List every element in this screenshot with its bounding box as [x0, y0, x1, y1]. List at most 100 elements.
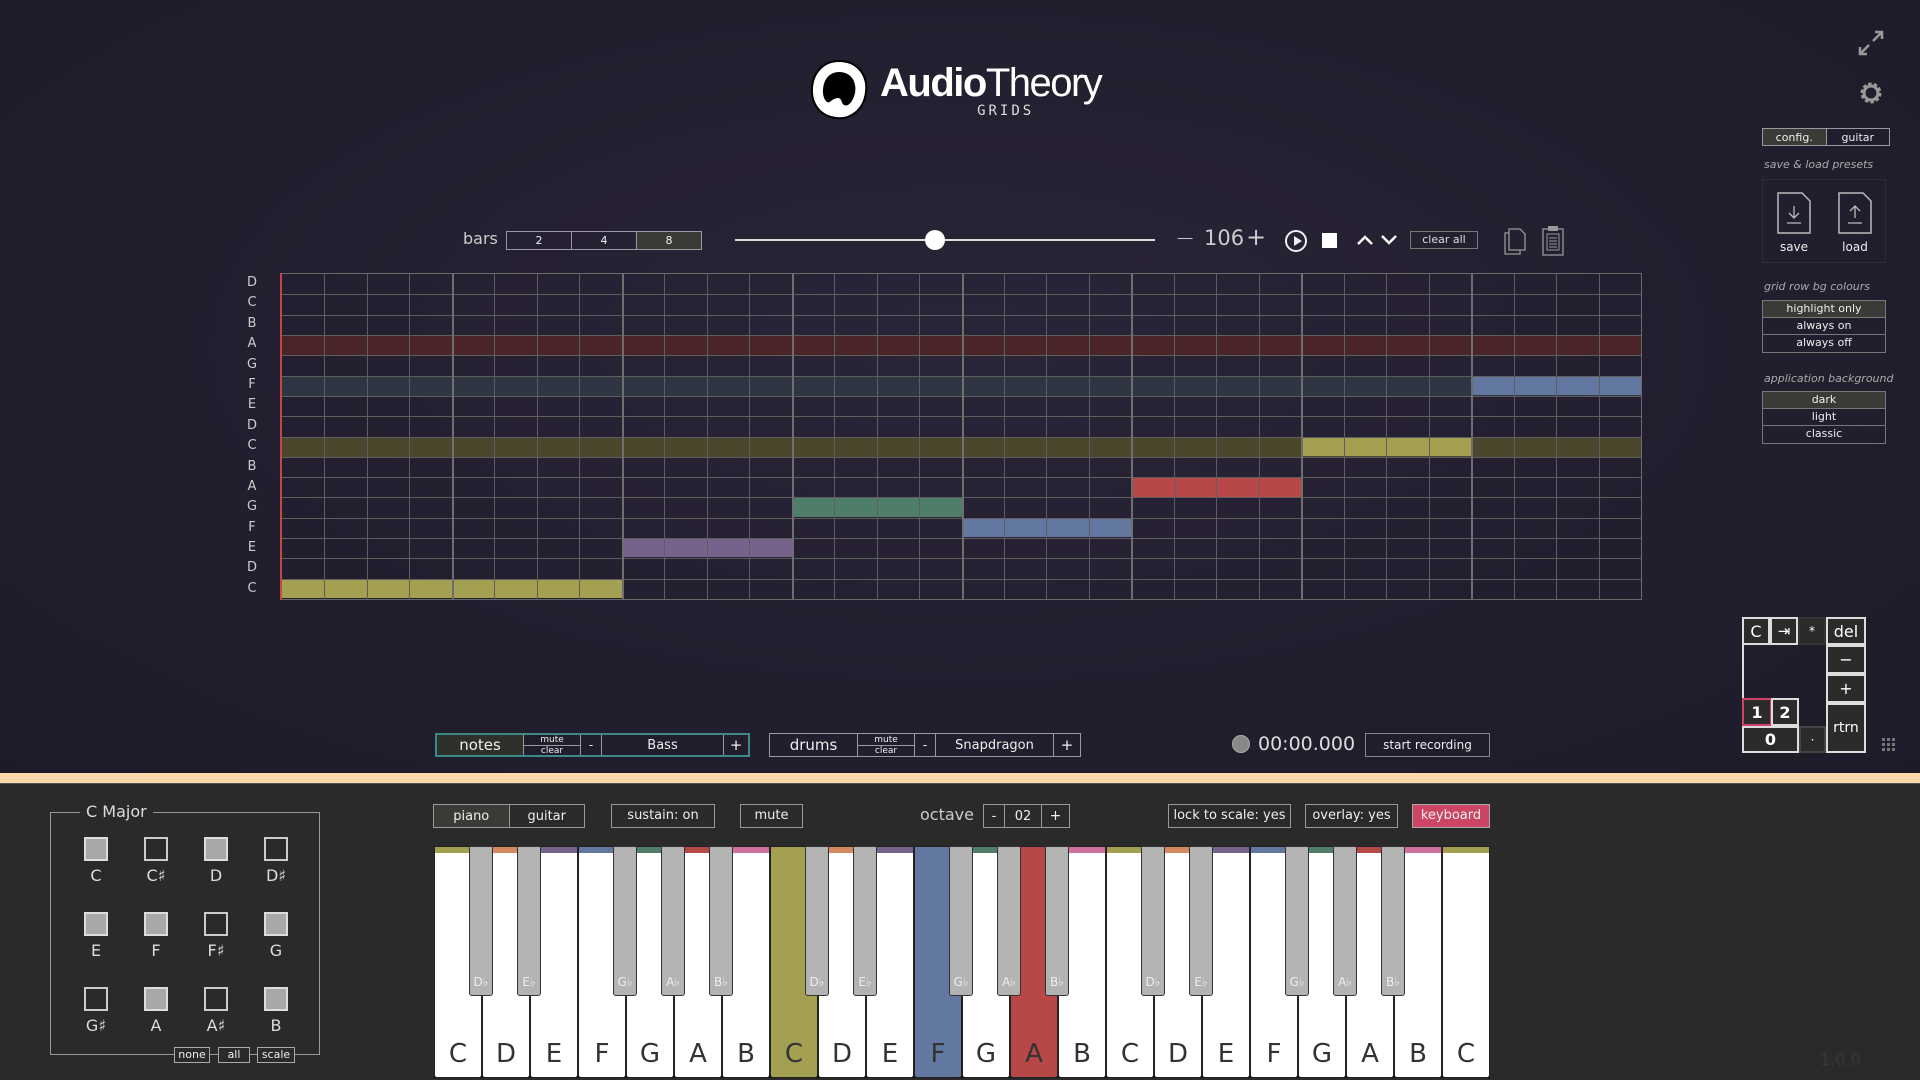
scale-note-checkbox[interactable] [204, 837, 228, 861]
playback-slider-thumb[interactable] [924, 230, 945, 250]
keypad-minus-button[interactable]: − [1826, 645, 1866, 674]
lock-to-scale-toggle[interactable]: lock to scale: yes [1168, 804, 1291, 828]
shift-down-icon[interactable] [1379, 232, 1399, 248]
piano-black-key[interactable]: D♭ [469, 846, 493, 996]
octave-increase-button[interactable]: + [1042, 805, 1069, 827]
tempo-decrease-button[interactable]: − [1175, 224, 1195, 252]
keypad-2-button[interactable]: 2 [1771, 698, 1799, 726]
scale-note-checkbox[interactable] [264, 837, 288, 861]
track-drums-name[interactable]: drums [770, 734, 858, 756]
overlay-toggle[interactable]: overlay: yes [1305, 804, 1398, 828]
app-bg-light[interactable]: light [1763, 409, 1885, 426]
track-notes-clear-button[interactable]: clear [524, 746, 580, 756]
piano-black-key[interactable]: E♭ [1189, 846, 1213, 996]
bars-option-2[interactable]: 2 [507, 232, 572, 249]
piano-key-c[interactable]: C [1442, 846, 1490, 1078]
load-label: load [1842, 240, 1868, 254]
octave-decrease-button[interactable]: - [984, 805, 1005, 827]
track-drums-next-instrument[interactable]: + [1054, 734, 1080, 756]
tempo-increase-button[interactable]: + [1246, 223, 1266, 251]
keypad-0-button[interactable]: 0 [1742, 726, 1799, 753]
scale-note-checkbox[interactable] [84, 837, 108, 861]
keypad-delete-button[interactable]: del [1826, 617, 1866, 645]
app-bg-classic[interactable]: classic [1763, 426, 1885, 443]
scale-all-button[interactable]: all [218, 1047, 250, 1063]
piano-black-key[interactable]: E♭ [853, 846, 877, 996]
piano-black-key[interactable]: E♭ [517, 846, 541, 996]
start-recording-button[interactable]: start recording [1365, 733, 1490, 757]
row-bg-always-on[interactable]: always on [1763, 318, 1885, 335]
clear-all-button[interactable]: clear all [1410, 231, 1478, 249]
row-bg-highlight-only[interactable]: highlight only [1763, 301, 1885, 318]
track-notes-prev-instrument[interactable]: - [581, 735, 602, 755]
fullscreen-icon[interactable] [1856, 28, 1886, 58]
scale-none-button[interactable]: none [174, 1047, 210, 1063]
octave-value[interactable]: 02 [1005, 805, 1042, 827]
track-notes-instrument[interactable]: Bass [602, 735, 724, 755]
piano-black-key[interactable]: A♭ [997, 846, 1021, 996]
keypad-1-button[interactable]: 1 [1742, 698, 1772, 726]
keypad-skip-icon[interactable]: ⇥ [1770, 617, 1798, 645]
scale-note-checkbox[interactable] [204, 987, 228, 1011]
mute-button[interactable]: mute [740, 804, 803, 828]
scale-note-checkbox[interactable] [264, 987, 288, 1011]
copy-icon[interactable] [1503, 227, 1527, 255]
keyboard-toggle[interactable]: keyboard [1412, 804, 1490, 828]
scale-scale-button[interactable]: scale [257, 1047, 295, 1063]
track-drums[interactable]: drums mute clear - Snapdragon + [769, 733, 1081, 757]
scale-note-checkbox[interactable] [144, 912, 168, 936]
tab-config[interactable]: config. [1763, 129, 1827, 145]
load-preset-button[interactable]: load [1825, 180, 1887, 264]
panel-separator[interactable] [0, 773, 1920, 784]
note-grid[interactable] [280, 273, 1642, 600]
scale-note-checkbox[interactable] [144, 837, 168, 861]
sustain-toggle[interactable]: sustain: on [611, 804, 715, 828]
piano-black-key[interactable]: B♭ [1381, 846, 1405, 996]
keypad-star-button[interactable]: * [1798, 617, 1826, 645]
track-drums-prev-instrument[interactable]: - [915, 734, 936, 756]
scale-note-checkbox[interactable] [84, 987, 108, 1011]
scale-note-checkbox[interactable] [84, 912, 108, 936]
track-notes-name[interactable]: notes [437, 735, 524, 755]
keypad-plus-button[interactable]: + [1826, 674, 1866, 703]
bars-option-8[interactable]: 8 [637, 232, 701, 249]
track-drums-instrument[interactable]: Snapdragon [936, 734, 1054, 756]
piano-black-key[interactable]: G♭ [613, 846, 637, 996]
piano-black-key[interactable]: G♭ [949, 846, 973, 996]
playback-position-slider[interactable] [735, 239, 1155, 241]
tab-guitar[interactable]: guitar [1827, 129, 1890, 145]
settings-gear-icon[interactable] [1858, 80, 1884, 106]
scale-note-checkbox[interactable] [204, 912, 228, 936]
piano-black-key[interactable]: D♭ [805, 846, 829, 996]
shift-up-icon[interactable] [1355, 232, 1375, 248]
track-drums-mute-button[interactable]: mute [858, 735, 914, 746]
keypad-clear-button[interactable]: C [1742, 617, 1770, 645]
scale-note-checkbox[interactable] [264, 912, 288, 936]
piano-black-key[interactable]: B♭ [1045, 846, 1069, 996]
save-preset-button[interactable]: save [1763, 180, 1825, 264]
piano-black-key[interactable]: D♭ [1141, 846, 1165, 996]
scale-note-checkbox[interactable] [144, 987, 168, 1011]
bars-option-4[interactable]: 4 [572, 232, 637, 249]
grid-column-divider [706, 274, 708, 599]
row-bg-always-off[interactable]: always off [1763, 335, 1885, 352]
track-drums-clear-button[interactable]: clear [858, 746, 914, 756]
stop-button[interactable] [1322, 233, 1337, 248]
instrument-piano-button[interactable]: piano [434, 805, 510, 827]
instrument-guitar-button[interactable]: guitar [510, 805, 585, 827]
piano-black-key[interactable]: B♭ [709, 846, 733, 996]
track-notes-mute-button[interactable]: mute [524, 735, 580, 746]
play-button[interactable] [1285, 230, 1307, 252]
grid-column-divider [1046, 274, 1048, 599]
piano-black-key[interactable]: G♭ [1285, 846, 1309, 996]
keypad-dot-button[interactable]: · [1799, 726, 1826, 753]
app-bg-dark[interactable]: dark [1763, 392, 1885, 409]
paste-icon[interactable] [1541, 224, 1565, 256]
piano-black-key[interactable]: A♭ [1333, 846, 1357, 996]
track-notes-next-instrument[interactable]: + [724, 735, 748, 755]
tempo-value[interactable]: 106 [1204, 226, 1244, 250]
keypad-return-button[interactable]: rtrn [1826, 703, 1866, 753]
track-notes[interactable]: notes mute clear - Bass + [435, 733, 750, 757]
piano-black-key[interactable]: A♭ [661, 846, 685, 996]
keypad-toggle-grid-icon[interactable] [1882, 738, 1896, 752]
